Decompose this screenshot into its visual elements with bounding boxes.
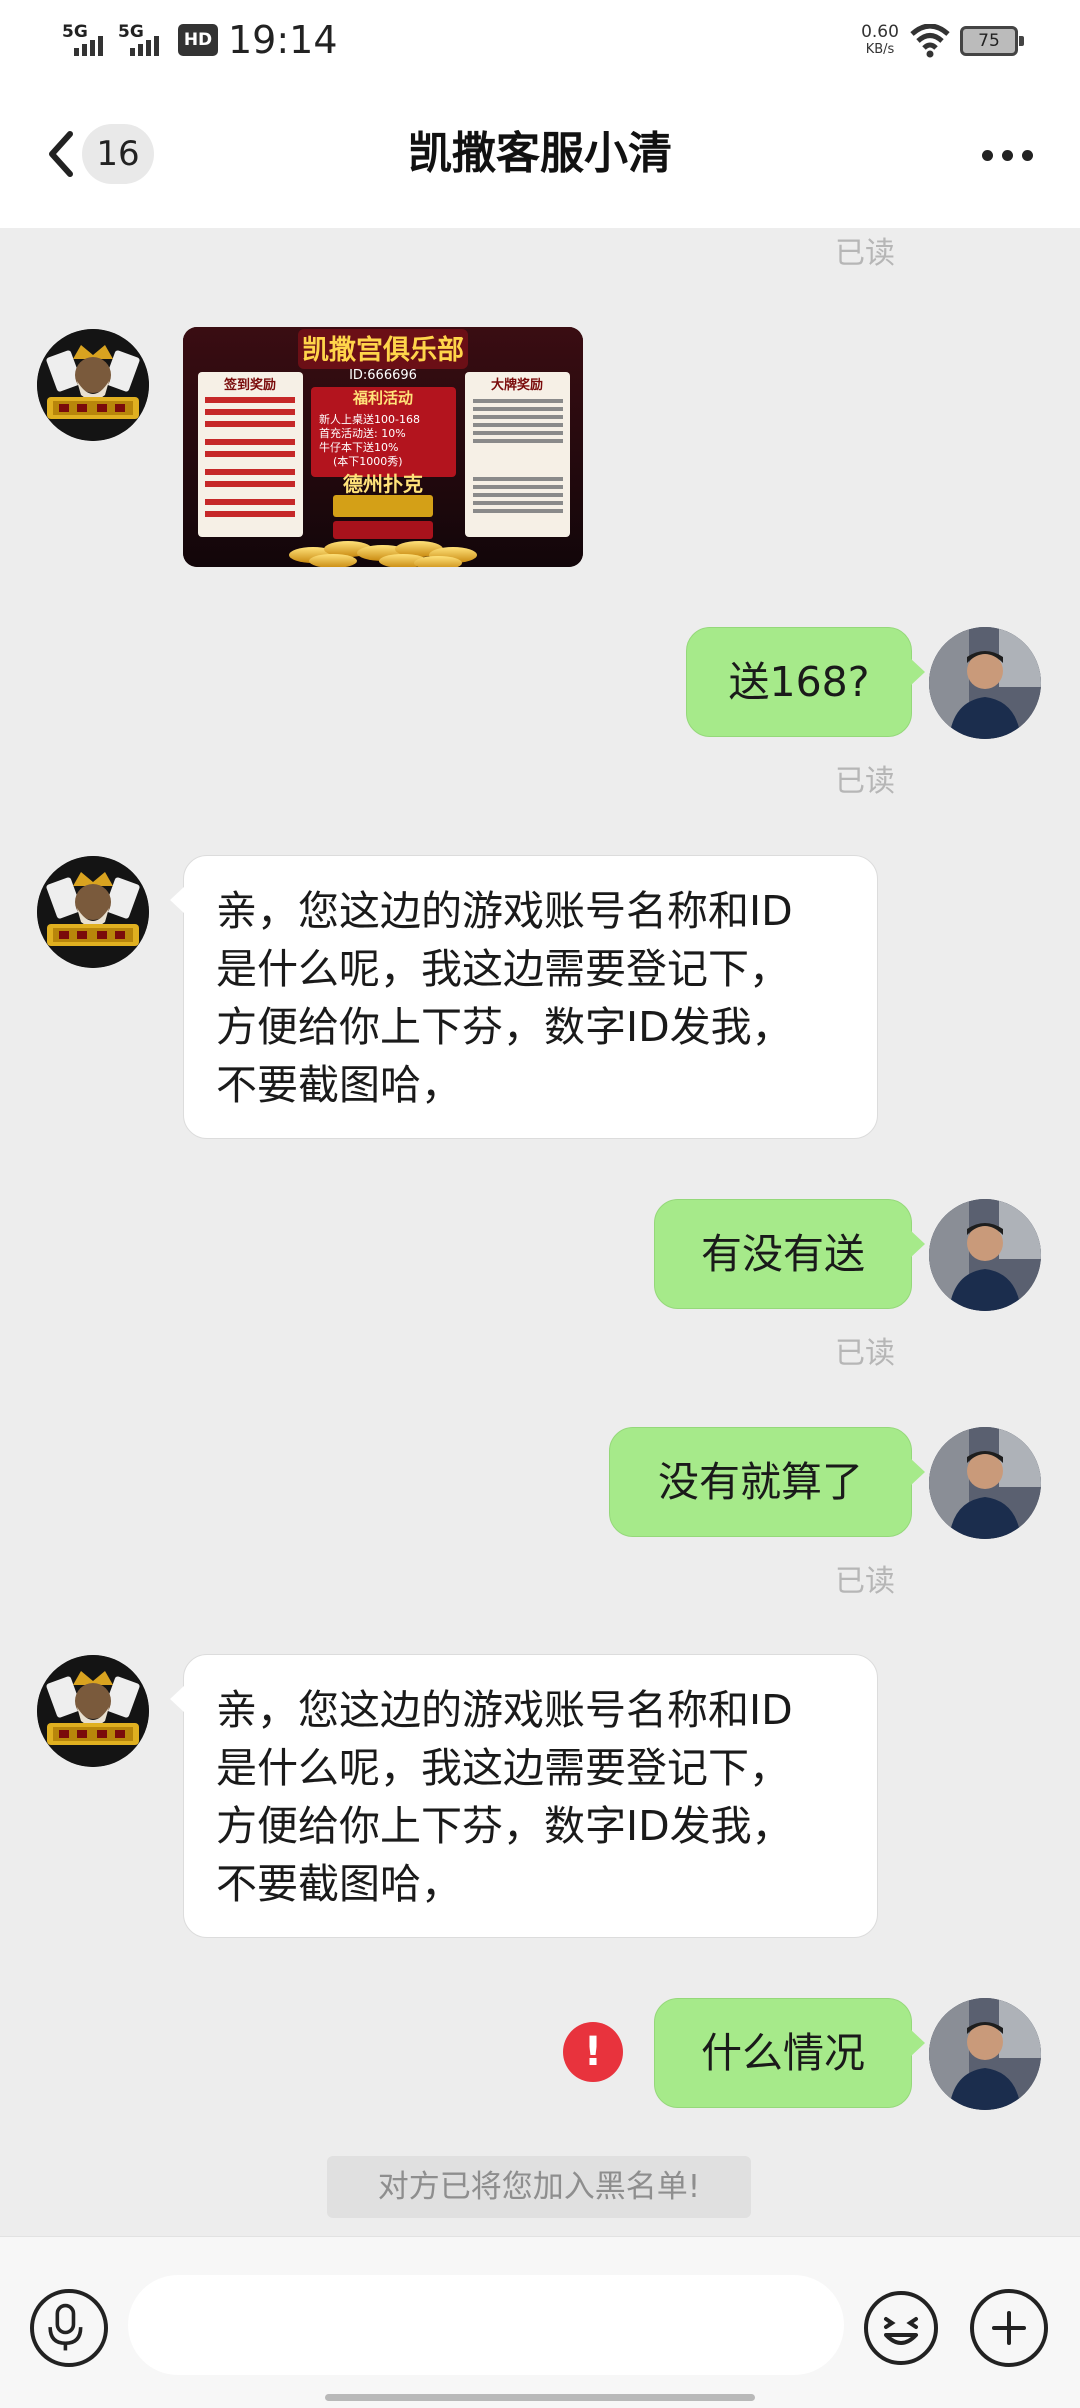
promo-welfare-line: 牛仔本下送10% [319,440,398,454]
speed-value: 0.60 [861,22,899,42]
plus-icon[interactable] [970,2289,1048,2367]
message-bubble-incoming[interactable]: 亲，您这边的游戏账号名称和ID 是什么呢，我这边需要登记下， 方便给你上下芬，数… [170,855,878,1139]
avatar[interactable] [37,329,149,441]
read-receipt: 已读 [835,1336,895,1371]
microphone-icon[interactable] [30,2289,108,2367]
promo-game: 德州扑克 [343,472,423,496]
send-failed-icon[interactable]: ! [563,2022,623,2082]
promo-welfare-line: 首充活动送: 10% [319,426,406,440]
clock: 19:14 [228,18,338,62]
system-notice: 对方已将您加入黑名单! [327,2156,751,2218]
promo-welfare-line: 新人上桌送100-168 [319,412,420,426]
promo-center-panel: 福利活动 [352,389,413,407]
more-icon[interactable] [980,124,1036,184]
network-speed: 0.60 KB/s [848,24,912,58]
promo-id: ID:666696 [349,368,417,383]
avatar[interactable] [929,627,1041,739]
emoji-icon[interactable] [862,2289,940,2367]
wifi-icon [910,24,950,58]
speed-unit: KB/s [865,42,895,57]
back-icon[interactable] [42,124,82,184]
read-receipt: 已读 [835,1564,895,1599]
signal-icon: 5G [118,22,170,56]
page-title: 凯撒客服小清 [408,128,672,179]
message-bubble-outgoing[interactable]: 没有就算了 [609,1427,925,1537]
battery-icon: 75 [960,26,1024,56]
promo-image[interactable]: 凯撒宫俱乐部 ID:666696 签到奖励 福利活动 新人上桌送100-168 … [183,327,583,567]
read-receipt: 已读 [835,236,895,271]
input-bar [0,2236,1080,2408]
promo-title: 凯撒宫俱乐部 [302,334,464,366]
home-indicator[interactable] [325,2394,755,2401]
message-bubble-outgoing[interactable]: 送168? [686,627,925,737]
read-receipt: 已读 [835,764,895,799]
hd-icon: HD [178,24,218,56]
promo-left-panel: 签到奖励 [223,377,276,393]
promo-right-panel: 大牌奖励 [491,377,543,393]
signal-icon: 5G [62,22,114,56]
message-input[interactable] [128,2275,844,2375]
avatar[interactable] [37,1655,149,1767]
avatar[interactable] [929,1998,1041,2110]
chat-header: 16 凯撒客服小清 [0,80,1080,228]
status-bar: 5G 5G HD 19:14 0.60 KB/s 75 [0,0,1080,80]
avatar[interactable] [37,856,149,968]
unread-count-badge[interactable]: 16 [82,124,154,184]
promo-welfare-line: (本下1000秀) [333,454,403,468]
avatar[interactable] [929,1427,1041,1539]
message-bubble-outgoing[interactable]: 什么情况 [654,1998,925,2108]
message-bubble-incoming[interactable]: 亲，您这边的游戏账号名称和ID 是什么呢，我这边需要登记下， 方便给你上下芬，数… [170,1654,878,1938]
message-bubble-outgoing[interactable]: 有没有送 [654,1199,925,1309]
avatar[interactable] [929,1199,1041,1311]
